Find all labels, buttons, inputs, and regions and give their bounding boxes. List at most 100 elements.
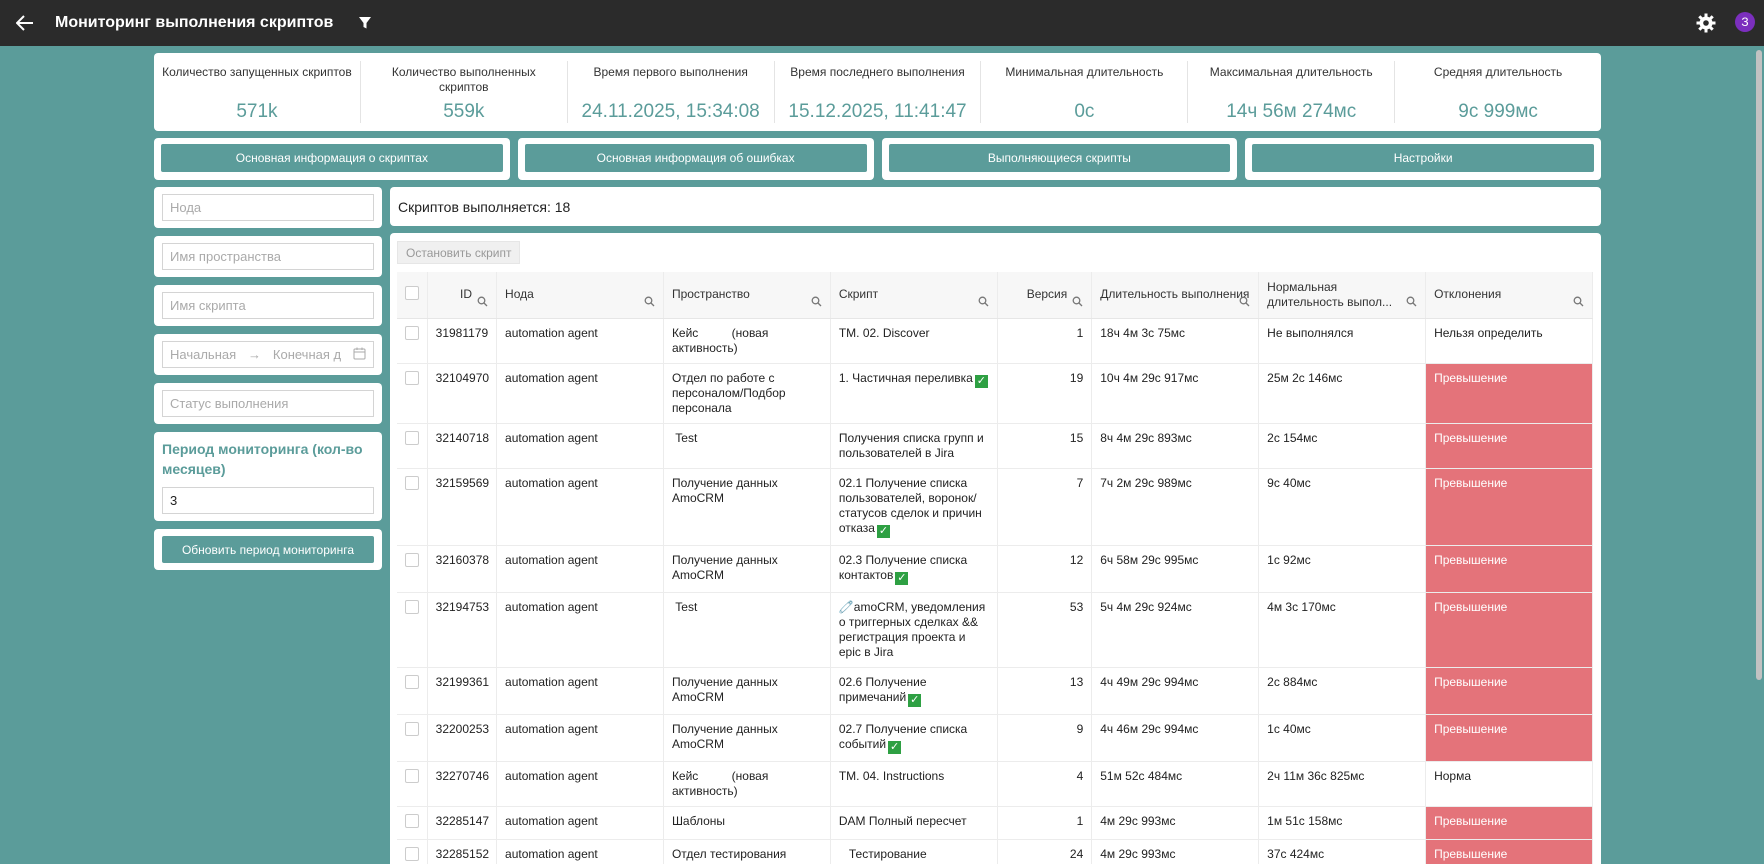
stop-script-button[interactable]: Остановить скрипт	[397, 241, 521, 264]
col-script[interactable]: Скрипт	[830, 272, 998, 319]
calendar-icon[interactable]	[353, 347, 366, 363]
table-row[interactable]: 32199361 automation agent Получение данных…	[397, 667, 1593, 715]
cell-id: 32104970	[427, 363, 498, 424]
cell-deviation: Превышение	[1425, 545, 1593, 593]
cell-node: automation agent	[496, 667, 664, 715]
date-end-input[interactable]: Конечная д	[273, 347, 341, 362]
col-duration[interactable]: Длительность выполнения	[1091, 272, 1260, 319]
row-checkbox[interactable]	[405, 552, 419, 567]
col-normal-duration[interactable]: Нормальная длительность выпол...	[1258, 272, 1427, 319]
cell-version: 53	[997, 592, 1093, 668]
col-id[interactable]: ID	[427, 272, 498, 319]
table-row[interactable]: 32104970 automation agent Отдел по работе …	[397, 363, 1593, 424]
search-icon[interactable]	[1573, 296, 1584, 307]
cell-space: Отдел тестирования	[663, 839, 831, 864]
col-label: Скрипт	[838, 287, 879, 302]
search-icon[interactable]	[1072, 296, 1083, 307]
cell-id: 32270746	[427, 761, 498, 807]
scripts-table-panel: Остановить скрипт ID Нода Пространство С…	[390, 233, 1601, 864]
row-select-cell	[397, 761, 428, 807]
status-select[interactable]: Статус выполнения	[162, 390, 374, 417]
period-input[interactable]: 3	[162, 487, 374, 514]
stat-label: Средняя длительность	[1433, 65, 1563, 79]
cell-normal-duration: 2с 154мс	[1258, 423, 1427, 469]
filter-icon[interactable]	[355, 13, 375, 33]
avatar[interactable]: З	[1735, 12, 1755, 32]
table-row[interactable]: 32285152 automation agent Отдел тестирован…	[397, 839, 1593, 864]
gear-icon[interactable]	[1696, 13, 1716, 33]
row-checkbox[interactable]	[405, 475, 419, 490]
cell-space: Получение данных AmoCRM	[663, 714, 831, 762]
table-row[interactable]: 32285147 automation agent Шаблоны DAM Полны…	[397, 806, 1593, 840]
table-row[interactable]: 32140718 automation agent Test Получения с…	[397, 423, 1593, 469]
search-icon[interactable]	[1239, 296, 1250, 307]
row-checkbox[interactable]	[405, 846, 419, 861]
cell-id: 32200253	[427, 714, 498, 762]
stat-last-run: Время последнего выполнения 15.12.2025, 1…	[775, 61, 982, 123]
tab-errors-info[interactable]: Основная информация об ошибках	[524, 144, 867, 172]
table-row[interactable]: 31981179 automation agent Кейс (новая акти…	[397, 318, 1593, 364]
cell-deviation: Превышение	[1425, 839, 1593, 864]
row-checkbox[interactable]	[405, 721, 419, 736]
row-checkbox[interactable]	[405, 599, 419, 614]
table-row[interactable]: 32159569 automation agent Получение данных…	[397, 468, 1593, 546]
cell-node: automation agent	[496, 423, 664, 469]
cell-space: Отдел по работе с персоналом/Подбор перс…	[663, 363, 831, 424]
table-body: 31981179 automation agent Кейс (новая акти…	[397, 318, 1593, 864]
col-node[interactable]: Нода	[496, 272, 664, 319]
cell-duration: 4м 29с 993мс	[1091, 806, 1260, 840]
table-row[interactable]: 32194753 automation agent Test 🧷amoCRM, ув…	[397, 592, 1593, 668]
table-row[interactable]: 32270746 automation agent Кейс (новая акти…	[397, 761, 1593, 807]
search-icon[interactable]	[644, 296, 655, 307]
search-icon[interactable]	[477, 296, 488, 307]
cell-deviation: Превышение	[1425, 667, 1593, 715]
row-checkbox[interactable]	[405, 674, 419, 689]
row-checkbox[interactable]	[405, 370, 419, 385]
search-icon[interactable]	[811, 296, 822, 307]
cell-deviation: Норма	[1425, 761, 1593, 807]
scrollbar-thumb[interactable]	[1756, 50, 1762, 680]
col-version[interactable]: Версия	[997, 272, 1093, 319]
cell-id: 32160378	[427, 545, 498, 593]
script-name-input[interactable]: Имя скрипта	[162, 292, 374, 319]
col-deviation[interactable]: Отклонения	[1425, 272, 1593, 319]
stat-label: Количество выполненных скриптов	[391, 65, 536, 94]
row-checkbox[interactable]	[405, 325, 419, 340]
script-name: 02.7 Получение списка событий	[838, 721, 971, 751]
cell-normal-duration: Не выполнялся	[1258, 318, 1427, 364]
cell-deviation: Превышение	[1425, 468, 1593, 546]
table-row[interactable]: 32200253 automation agent Получение данных…	[397, 714, 1593, 762]
cell-normal-duration: 1с 40мс	[1258, 714, 1427, 762]
select-all-checkbox[interactable]	[405, 285, 419, 300]
cell-space: Test	[663, 592, 831, 668]
tab-running-scripts[interactable]: Выполняющиеся скрипты	[888, 144, 1231, 172]
cell-deviation: Нельзя определить	[1425, 318, 1593, 364]
script-name: TM. 04. Instructions	[838, 768, 945, 783]
update-period-button[interactable]: Обновить период мониторинга	[162, 536, 374, 563]
script-name: 02.1 Получение списка пользователей, вор…	[838, 475, 986, 535]
date-start-input[interactable]: Начальная	[170, 347, 236, 362]
scripts-table: ID Нода Пространство Скрипт Версия Длите…	[397, 272, 1593, 864]
back-arrow-icon[interactable]	[13, 11, 37, 35]
cell-deviation: Превышение	[1425, 592, 1593, 668]
row-checkbox[interactable]	[405, 430, 419, 445]
search-icon[interactable]	[1406, 296, 1417, 307]
stat-value: 15.12.2025, 11:41:47	[788, 101, 967, 122]
date-range-picker[interactable]: Начальная → Конечная д	[162, 341, 374, 368]
col-label: Отклонения	[1434, 287, 1502, 302]
cell-version: 1	[997, 806, 1093, 840]
col-label: Нормальная длительность выпол...	[1267, 279, 1393, 309]
cell-duration: 4ч 49м 29с 994мс	[1091, 667, 1260, 715]
row-checkbox[interactable]	[405, 768, 419, 783]
col-space[interactable]: Пространство	[663, 272, 831, 319]
tab-settings[interactable]: Настройки	[1252, 144, 1594, 172]
tab-scripts-info[interactable]: Основная информация о скриптах	[161, 144, 503, 172]
row-select-cell	[397, 423, 428, 469]
row-checkbox[interactable]	[405, 813, 419, 828]
node-input[interactable]: Нода	[162, 194, 374, 221]
running-count: Скриптов выполняется: 18	[390, 187, 1601, 226]
search-icon[interactable]	[978, 296, 989, 307]
tab-wrapper: Выполняющиеся скрипты	[881, 138, 1238, 180]
space-name-input[interactable]: Имя пространства	[162, 243, 374, 270]
table-row[interactable]: 32160378 automation agent Получение данных…	[397, 545, 1593, 593]
